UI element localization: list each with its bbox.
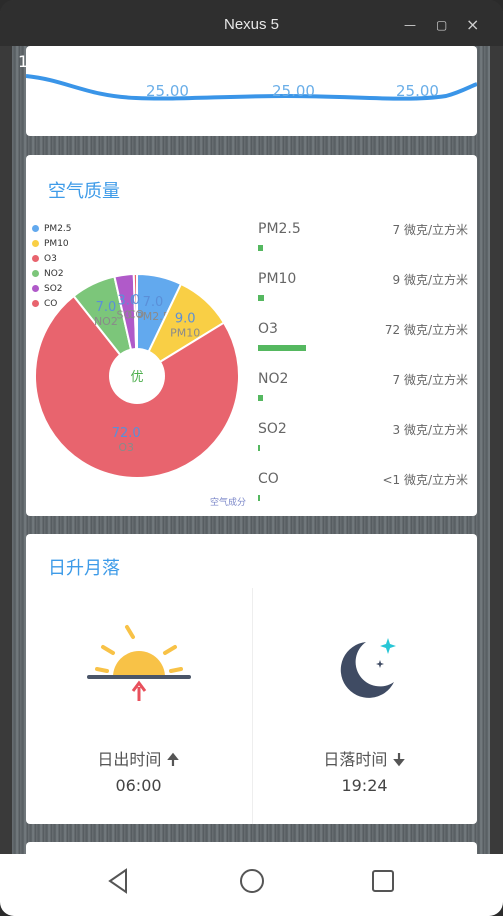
sunset-time: 19:24 xyxy=(341,776,388,795)
pie-value-label: 7.0 xyxy=(96,300,117,315)
air-quality-pie-chart: 7.0PM2.5 9.0PM1072.0O37.0NO23.0SO20CO优 xyxy=(34,272,240,479)
pie-name-label: O3 xyxy=(118,441,134,454)
pie-name-label: NO2 xyxy=(94,315,118,328)
sunrise-icon xyxy=(87,625,191,701)
pie-value-label: 0 xyxy=(132,293,140,308)
sunrise-sunset-card: 日升月落 日出时间 🠉 06:00 日落时间 🠋 19:24 xyxy=(26,534,477,824)
pollutant-value: 9 微克/立方米 xyxy=(392,273,469,287)
pollutant-name: PM10 xyxy=(258,271,297,287)
pollutant-value: 3 微克/立方米 xyxy=(392,423,469,437)
pollutant-value: 72 微克/立方米 xyxy=(384,323,468,337)
pollutant-name: O3 xyxy=(258,321,278,337)
legend-label: PM10 xyxy=(44,239,69,249)
sunrise-label: 日出时间 xyxy=(97,750,162,769)
legend-item: PM2.5 xyxy=(32,223,72,235)
pollutant-value: 7 微克/立方米 xyxy=(392,373,469,387)
pie-name-label: CO xyxy=(128,308,145,321)
pollutant-level-bar xyxy=(258,395,263,401)
pollutant-name: CO xyxy=(258,471,279,487)
legend-label: PM2.5 xyxy=(44,224,72,234)
maximize-button[interactable]: ▢ xyxy=(436,18,447,32)
recent-apps-icon[interactable] xyxy=(368,866,398,896)
phone-screen: 25.00 25.00 25.00 13:50 ◎ ⊖ ▼ ◪ ▮ 空气质量 P… xyxy=(12,46,490,854)
sunset-label: 日落时间 xyxy=(323,750,388,769)
legend-swatch xyxy=(32,225,39,232)
pollutant-name: SO2 xyxy=(258,421,287,437)
battery-icon: ▮ xyxy=(460,53,468,69)
pollutant-name: PM2.5 xyxy=(258,221,301,237)
home-icon[interactable] xyxy=(237,866,267,896)
pollutant-value: <1 微克/立方米 xyxy=(382,473,468,487)
pie-value-label: 72.0 xyxy=(112,426,141,441)
sync-icon: ◎ xyxy=(75,53,89,69)
temperature-label-1: 25.00 xyxy=(146,82,189,100)
legend-swatch xyxy=(32,240,39,247)
pollutant-level-bar xyxy=(258,445,260,451)
do-not-disturb-icon: ⊖ xyxy=(386,53,398,69)
navigation-bar xyxy=(0,854,503,916)
status-bar: 13:50 ◎ ⊖ ▼ ◪ ▮ xyxy=(12,46,490,76)
wifi-icon: ▼ xyxy=(412,53,424,69)
legend-item: PM10 xyxy=(32,238,69,250)
sunrise-time: 06:00 xyxy=(115,776,162,795)
pollutant-level-bar xyxy=(258,295,264,301)
temperature-label-2: 25.00 xyxy=(272,82,315,100)
air-quality-card: 空气质量 PM2.5 PM10 O3 NO2 SO2 CO 7.0 PM2.5 9.0 PM10… xyxy=(26,155,477,516)
pollutant-level-bar xyxy=(258,345,306,351)
pollutant-name: NO2 xyxy=(258,371,289,387)
sunrise-label-row: 日出时间 🠉 xyxy=(26,746,251,776)
emulator-title-bar: Nexus 5 — ▢ × xyxy=(0,0,503,46)
air-quality-title: 空气质量 xyxy=(48,181,120,202)
emulator-title: Nexus 5 xyxy=(223,16,280,33)
sunset-label-row: 日落时间 🠋 xyxy=(252,746,477,776)
next-card xyxy=(26,842,477,854)
pollutant-level-bar xyxy=(258,245,263,251)
moon-icon xyxy=(340,638,396,698)
no-signal-icon: ◪ xyxy=(433,53,447,69)
chart-caption: 空气成分 xyxy=(210,498,247,508)
pie-value-label: 9.0 xyxy=(175,312,196,327)
temperature-label-3: 25.00 xyxy=(396,82,439,100)
arrow-down-icon: 🠋 xyxy=(392,750,406,769)
pie-value-label: 7.0 xyxy=(143,295,164,310)
close-button[interactable]: × xyxy=(466,15,479,34)
sunrise-sunset-title: 日升月落 xyxy=(48,558,120,579)
back-icon[interactable] xyxy=(104,866,134,896)
emulator-frame: Nexus 5 — ▢ × 25.00 25.00 25.00 13:50 ◎ … xyxy=(0,0,503,916)
pollutant-value: 7 微克/立方米 xyxy=(392,223,469,237)
pie-name-label: PM10 xyxy=(170,327,200,340)
minimize-button[interactable]: — xyxy=(404,18,416,32)
status-time: 13:50 xyxy=(18,52,65,71)
pollutant-level-bar xyxy=(258,495,260,501)
arrow-up-icon: 🠉 xyxy=(166,750,180,769)
aqi-level-label: 优 xyxy=(130,370,143,385)
